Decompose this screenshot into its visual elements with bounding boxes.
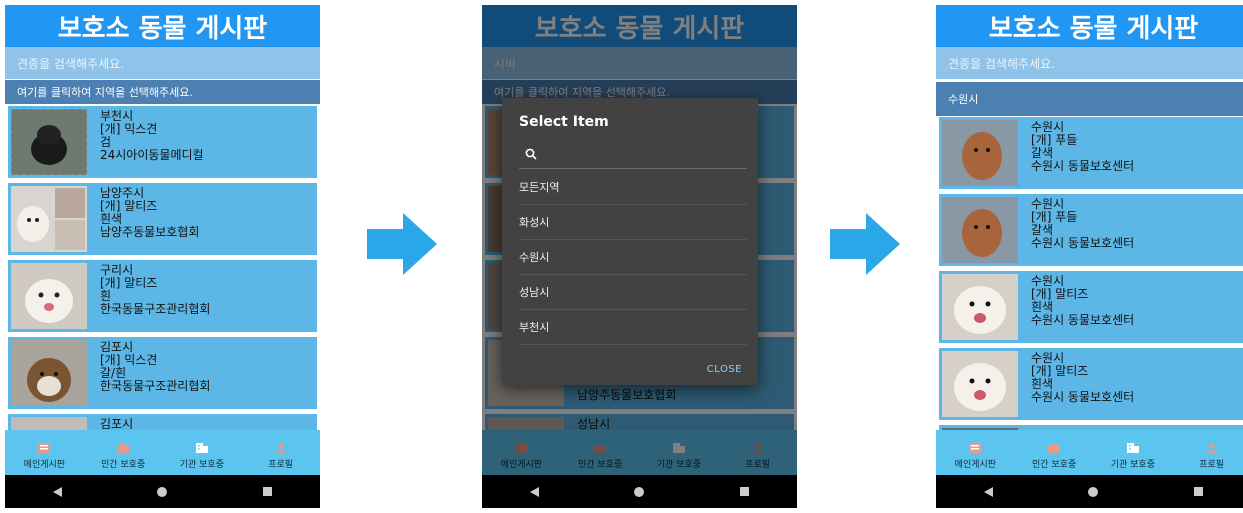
phone-screen-region-dialog: 보호소 동물 게시판 시바 여기를 클릭하여 지역을 선택해주세요. 남양주동물…: [482, 5, 797, 508]
phone-screen-filtered-suwon: 보호소 동물 게시판 견종을 검색해주세요. 수원시 수원시 [개] 푸들 갈색…: [936, 5, 1243, 508]
dialog-close-button[interactable]: CLOSE: [707, 364, 742, 375]
right-arrow-icon: [367, 213, 437, 275]
tab-agency-care[interactable]: 기관 보호중: [163, 430, 242, 475]
breed-search-input[interactable]: 견종을 검색해주세요.: [936, 47, 1243, 79]
recent-apps-icon[interactable]: [263, 487, 273, 496]
card-city: 김포시: [100, 417, 134, 431]
animal-photo: [11, 340, 87, 406]
animal-card[interactable]: 수원시 [개] 푸들 갈색 수원시 동물보호센터: [939, 194, 1243, 266]
card-shelter: 수원시 동물보호센터: [1031, 313, 1135, 327]
dialog-item-list: 모든지역 화성시 수원시 성남시 부천시: [519, 170, 747, 345]
card-breed: [개] 말티즈: [100, 276, 158, 290]
building-icon: [1048, 443, 1061, 453]
tab-private-care[interactable]: 민간 보호중: [1015, 430, 1094, 475]
home-icon[interactable]: [1088, 486, 1099, 497]
phone-screen-main-board: 보호소 동물 게시판 견종을 검색해주세요. 여기를 클릭하여 지역을 선택해주…: [5, 5, 320, 508]
animal-card[interactable]: 구리시 [개] 말티즈 흰 한국동물구조관리협회: [8, 260, 317, 332]
card-shelter: 수원시 동물보호센터: [1031, 390, 1135, 404]
animal-photo: [942, 351, 1018, 417]
tab-label: 메인게시판: [954, 460, 997, 470]
home-icon[interactable]: [634, 486, 645, 497]
card-shelter: 수원시 동물보호센터: [1031, 236, 1135, 250]
back-icon[interactable]: [52, 486, 62, 497]
card-breed: [개] 믹스견: [100, 122, 158, 136]
building-icon: [195, 443, 208, 453]
tab-main-board[interactable]: 메인게시판: [936, 430, 1015, 475]
tab-agency-care[interactable]: 기관 보호중: [1094, 430, 1173, 475]
tab-label: 민간 보호중: [1031, 460, 1077, 470]
search-icon: [525, 148, 537, 160]
region-select-bar[interactable]: 수원시: [936, 82, 1243, 116]
breed-search-input[interactable]: 견종을 검색해주세요.: [5, 47, 320, 79]
animal-card[interactable]: 수원시 [개] 말티즈 흰색 수원시 동물보호센터: [939, 271, 1243, 343]
region-select-bar[interactable]: 여기를 클릭하여 지역을 선택해주세요.: [5, 80, 320, 104]
dialog-title: Select Item: [519, 114, 609, 130]
building-icon: [1126, 443, 1139, 453]
animal-card[interactable]: 부천시 [개] 믹스견 검 24시아이동물메디컬: [8, 106, 317, 178]
tab-label: 민간 보호중: [100, 460, 146, 470]
card-shelter: 수원시 동물보호센터: [1031, 159, 1135, 173]
back-icon[interactable]: [529, 486, 539, 497]
card-shelter: 한국동물구조관리협회: [100, 379, 211, 393]
animal-list: 수원시 [개] 푸들 갈색 수원시 동물보호센터 수원시 [개] 푸들 갈색 수…: [936, 117, 1243, 430]
tab-profile[interactable]: 프로필: [241, 430, 320, 475]
animal-card[interactable]: 수원시 [개] 말티즈 흰색 수원시 동물보호센터: [939, 348, 1243, 420]
dialog-item-seongnam[interactable]: 성남시: [519, 275, 747, 310]
card-shelter: 한국동물구조관리협회: [100, 302, 211, 316]
tab-label: 프로필: [268, 460, 294, 470]
tab-label: 프로필: [1199, 460, 1225, 470]
dialog-item-suwon[interactable]: 수원시: [519, 240, 747, 275]
back-icon[interactable]: [983, 486, 993, 497]
android-nav-bar: [482, 475, 797, 508]
animal-card[interactable]: 남양주시 [개] 말티즈 흰색 남양주동물보호협회: [8, 183, 317, 255]
card-shelter: 남양주동물보호협회: [100, 225, 200, 239]
dialog-item-bucheon[interactable]: 부천시: [519, 310, 747, 345]
right-arrow-icon: [830, 213, 900, 275]
animal-photo: [11, 263, 87, 329]
bottom-tab-bar: 메인게시판 민간 보호중 기관 보호중 프로필: [936, 430, 1243, 475]
animal-list: 부천시 [개] 믹스견 검 24시아이동물메디컬 남양주시 [개] 말티즈 흰색…: [5, 106, 320, 430]
animal-photo: [11, 109, 87, 175]
app-title: 보호소 동물 게시판: [936, 5, 1243, 47]
tab-profile[interactable]: 프로필: [1172, 430, 1243, 475]
home-icon[interactable]: [157, 486, 168, 497]
tab-label: 메인게시판: [23, 460, 66, 470]
animal-card[interactable]: 김포시 [개] 믹스견 갈/흰 한국동물구조관리협회: [8, 337, 317, 409]
bottom-tab-bar: 메인게시판 민간 보호중 기관 보호중 프로필: [5, 430, 320, 475]
dialog-item-all-regions[interactable]: 모든지역: [519, 170, 747, 205]
app-title: 보호소 동물 게시판: [5, 5, 320, 47]
recent-apps-icon[interactable]: [740, 487, 750, 496]
dialog-search-input[interactable]: [519, 142, 747, 169]
android-nav-bar: [5, 475, 320, 508]
person-icon: [275, 443, 286, 453]
building-icon: [117, 443, 130, 453]
animal-card[interactable]: 김포시: [8, 414, 317, 430]
board-icon: [38, 443, 51, 453]
tab-private-care[interactable]: 민간 보호중: [84, 430, 163, 475]
animal-card[interactable]: 수원시 [개] 푸들 갈색 수원시 동물보호센터: [939, 117, 1243, 189]
person-icon: [1206, 443, 1217, 453]
board-icon: [969, 443, 982, 453]
tab-label: 기관 보호중: [1110, 460, 1155, 470]
animal-photo: [942, 274, 1018, 340]
card-shelter: 24시아이동물메디컬: [100, 148, 204, 162]
animal-photo: [11, 417, 87, 430]
animal-photo: [942, 120, 1018, 186]
dialog-item-hwaseong[interactable]: 화성시: [519, 205, 747, 240]
tab-label: 기관 보호중: [179, 460, 224, 470]
animal-photo: [942, 197, 1018, 263]
tab-main-board[interactable]: 메인게시판: [5, 430, 84, 475]
region-select-dialog: Select Item 모든지역 화성시 수원시 성남시 부천시 CLOSE: [502, 98, 758, 385]
animal-photo: [11, 186, 87, 252]
recent-apps-icon[interactable]: [1194, 487, 1204, 496]
android-nav-bar: [936, 475, 1243, 508]
